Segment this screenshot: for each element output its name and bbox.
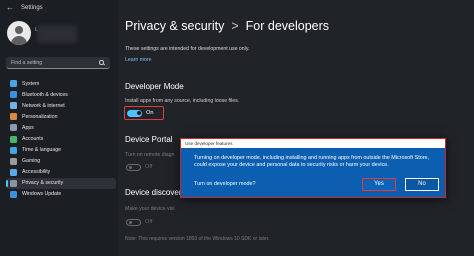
window-title: Settings — [21, 5, 43, 11]
avatar-body-shape — [11, 36, 27, 45]
search-icon — [99, 60, 105, 66]
developer-mode-description: Install apps from any source, including … — [125, 98, 240, 104]
search-placeholder: Find a setting — [11, 60, 43, 66]
sidebar-item-windows-update[interactable]: Windows Update — [6, 189, 116, 200]
learn-more-link[interactable]: Learn more — [125, 57, 152, 63]
settings-window: ← Settings L Find a setting System — [0, 0, 474, 256]
developer-mode-toggle[interactable]: On — [124, 106, 164, 120]
sidebar-item-label: Bluetooth & devices — [22, 91, 68, 98]
sidebar-item-label: Windows Update — [22, 191, 62, 198]
sidebar-item-apps[interactable]: Apps — [6, 122, 116, 133]
avatar-head-shape — [15, 26, 23, 34]
system-icon — [10, 80, 17, 88]
sidebar-item-personalization[interactable]: Personalization — [6, 111, 116, 122]
apps-icon — [10, 124, 17, 132]
sidebar: ← Settings L Find a setting System — [0, 0, 118, 256]
accessibility-icon — [10, 168, 17, 176]
sidebar-item-accessibility[interactable]: Accessibility — [6, 167, 116, 178]
developer-mode-title: Developer Mode — [125, 82, 184, 91]
sidebar-item-label: System — [22, 80, 40, 87]
toggle-state-label: On — [146, 109, 154, 116]
intro-text: These settings are intended for developm… — [125, 46, 250, 52]
device-portal-state-label: Off — [145, 164, 153, 170]
sidebar-item-label: Personalization — [22, 113, 58, 120]
page-title: For developers — [245, 19, 330, 33]
bluetooth-icon — [10, 91, 17, 99]
sidebar-item-label: Network & internet — [22, 102, 65, 109]
back-arrow-icon[interactable]: ← — [6, 4, 14, 12]
avatar — [7, 21, 31, 45]
time-language-icon — [10, 146, 17, 154]
sidebar-item-accounts[interactable]: Accounts — [6, 133, 116, 144]
device-portal-description: Turn on remote diagn — [125, 152, 175, 158]
sidebar-item-label: Accounts — [22, 136, 44, 143]
title-bar: ← Settings — [6, 3, 43, 13]
device-discovery-state-label: Off — [145, 219, 153, 225]
user-profile[interactable]: L — [7, 21, 112, 49]
sdk-footnote: Note: This requires version 1803 of the … — [125, 236, 270, 242]
sidebar-item-bluetooth[interactable]: Bluetooth & devices — [6, 89, 116, 100]
sidebar-item-network[interactable]: Network & internet — [6, 100, 116, 111]
accounts-icon — [10, 135, 17, 143]
profile-redaction — [37, 25, 77, 43]
search-input[interactable]: Find a setting — [6, 57, 110, 69]
breadcrumb-parent[interactable]: Privacy & security — [125, 19, 224, 33]
device-discovery-toggle[interactable] — [126, 219, 141, 226]
network-icon — [10, 102, 17, 110]
sidebar-item-label: Apps — [22, 124, 34, 131]
dialog-question: Turn on developer mode? — [194, 181, 256, 187]
dialog-title: Use developer features — [185, 140, 233, 146]
personalization-icon — [10, 113, 17, 121]
sidebar-item-system[interactable]: System — [6, 78, 116, 89]
sidebar-nav: System Bluetooth & devices Network & int… — [6, 78, 116, 200]
device-portal-title: Device Portal — [125, 135, 173, 144]
toggle-switch-on[interactable] — [127, 109, 142, 117]
dialog-title-bar: Use developer features — [181, 139, 445, 148]
no-button[interactable]: No — [405, 178, 439, 191]
gaming-icon — [10, 157, 17, 165]
sidebar-item-label: Gaming — [22, 158, 41, 165]
sidebar-item-privacy-security[interactable]: Privacy & security — [6, 177, 116, 189]
dialog-message: Turning on developer mode, including ins… — [194, 155, 430, 168]
sidebar-item-gaming[interactable]: Gaming — [6, 156, 116, 167]
sidebar-item-label: Accessibility — [22, 169, 51, 176]
device-discovery-description: Make your device visi — [125, 206, 175, 212]
main-content: Privacy & security > For developers Thes… — [118, 0, 474, 256]
device-discovery-title: Device discover — [125, 188, 182, 197]
shield-icon — [10, 179, 17, 187]
windows-update-icon — [10, 190, 17, 198]
device-portal-toggle[interactable] — [126, 164, 141, 171]
breadcrumb-separator: > — [231, 19, 239, 33]
sidebar-item-time-language[interactable]: Time & language — [6, 145, 116, 156]
breadcrumb: Privacy & security > For developers — [125, 19, 329, 33]
sidebar-item-label: Time & language — [22, 147, 62, 154]
yes-button[interactable]: Yes — [362, 178, 396, 191]
sidebar-item-label: Privacy & security — [22, 180, 64, 187]
